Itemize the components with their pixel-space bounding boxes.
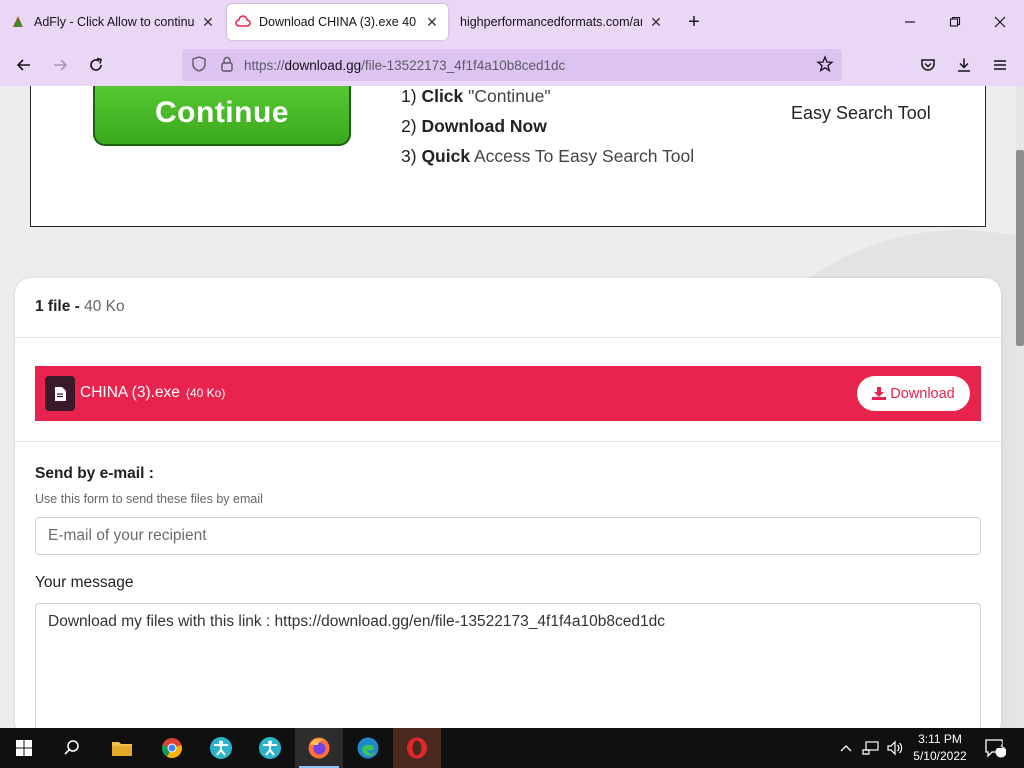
ad-step-bold: Click: [421, 86, 464, 106]
network-icon[interactable]: [860, 728, 882, 768]
opera-icon[interactable]: [393, 728, 441, 768]
pocket-icon[interactable]: [914, 51, 942, 79]
tab-strip: AdFly - Click Allow to continue ✕ Downlo…: [0, 0, 1024, 44]
menu-hamburger-icon[interactable]: [986, 51, 1014, 79]
close-icon[interactable]: ✕: [424, 14, 440, 30]
download-label: Download: [890, 385, 955, 402]
divider: [15, 441, 1001, 442]
cloud-icon: [235, 14, 251, 30]
ad-step-number: 3): [401, 146, 417, 166]
download-card: 1 file - 40 Ko CHINA (3).exe (40 Ko) Dow…: [15, 278, 1001, 728]
file-explorer-icon[interactable]: [98, 728, 146, 768]
url-host: download.gg: [284, 57, 362, 73]
clock-date: 5/10/2022: [913, 749, 967, 763]
tab-download[interactable]: Download CHINA (3).exe 40 Ko ✕: [227, 4, 448, 40]
accessibility-app-icon-2[interactable]: [246, 728, 294, 768]
ad-step-bold: Download Now: [421, 116, 547, 136]
divider: [15, 337, 1001, 338]
url-text[interactable]: https://download.gg/file-13522173_4f1f4a…: [244, 58, 565, 73]
ad-continue-button[interactable]: Continue: [93, 86, 351, 146]
ad-steps: 1) Click "Continue" 2) Download Now 3) Q…: [401, 86, 694, 171]
ad-banner[interactable]: Continue 1) Click "Continue" 2) Download…: [30, 86, 986, 227]
address-bar[interactable]: https://download.gg/file-13522173_4f1f4a…: [182, 49, 842, 81]
recipient-email-input[interactable]: [35, 517, 981, 555]
volume-icon[interactable]: [884, 728, 906, 768]
shield-icon[interactable]: [190, 55, 208, 76]
document-icon: [45, 376, 75, 411]
navigation-bar: https://download.gg/file-13522173_4f1f4a…: [0, 44, 1024, 86]
send-email-title: Send by e-mail :: [35, 465, 154, 482]
taskbar: 3:11 PM 5/10/2022 2: [0, 728, 1024, 768]
ad-continue-label: Continue: [155, 96, 289, 129]
file-row: CHINA (3).exe (40 Ko) Download: [35, 366, 981, 421]
tab-highperformance[interactable]: highperformancedformats.com/ans ✕: [452, 4, 672, 40]
close-icon[interactable]: ✕: [648, 14, 664, 30]
restore-icon[interactable]: [941, 8, 969, 36]
minimize-icon[interactable]: [896, 8, 924, 36]
message-textarea[interactable]: Download my files with this link : https…: [35, 603, 981, 728]
firefox-icon[interactable]: [295, 728, 343, 768]
file-summary: 1 file - 40 Ko: [35, 298, 125, 316]
file-name: CHINA (3).exe: [80, 384, 180, 401]
forward-arrow-icon[interactable]: [46, 51, 74, 79]
scrollbar-track[interactable]: [1016, 86, 1024, 728]
message-label: Your message: [35, 574, 134, 591]
window-close-icon[interactable]: [986, 8, 1014, 36]
back-arrow-icon[interactable]: [10, 51, 38, 79]
notification-count: 2: [997, 740, 1003, 751]
bookmark-star-icon[interactable]: [816, 55, 834, 76]
tab-label: Download CHINA (3).exe 40 Ko: [259, 15, 418, 29]
downloads-icon[interactable]: [950, 51, 978, 79]
ad-step-number: 2): [401, 116, 417, 136]
tab-label: AdFly - Click Allow to continue: [34, 15, 194, 29]
ad-step: 1) Click "Continue": [401, 86, 694, 111]
clock-time: 3:11 PM: [918, 732, 962, 746]
download-button[interactable]: Download: [857, 376, 970, 411]
file-count: 1 file -: [35, 298, 80, 315]
notifications-icon[interactable]: 2: [980, 728, 1010, 768]
adfly-favicon-icon: [10, 14, 26, 30]
file-size: (40 Ko): [186, 386, 226, 400]
ad-step-rest: "Continue": [463, 86, 551, 106]
ad-step-number: 1): [401, 86, 417, 106]
page-viewport: Continue 1) Click "Continue" 2) Download…: [0, 86, 1024, 728]
ad-step-rest: Access To Easy Search Tool: [470, 146, 695, 166]
start-icon[interactable]: [0, 728, 48, 768]
total-size: 40 Ko: [84, 298, 125, 315]
download-icon: [872, 387, 887, 400]
close-icon[interactable]: ✕: [200, 14, 216, 30]
scrollbar-thumb[interactable]: [1016, 150, 1024, 346]
new-tab-plus-icon[interactable]: +: [682, 10, 706, 34]
tab-adfly[interactable]: AdFly - Click Allow to continue ✕: [2, 4, 224, 40]
tab-label: highperformancedformats.com/ans: [460, 15, 642, 29]
search-icon[interactable]: [48, 728, 96, 768]
url-path: /file-13522173_4f1f4a10b8ced1dc: [361, 57, 566, 73]
lock-icon[interactable]: [218, 55, 236, 76]
ad-side-text: Easy Search Tool: [791, 103, 931, 123]
ad-step: 3) Quick Access To Easy Search Tool: [401, 141, 694, 171]
url-prefix: https://: [244, 57, 285, 73]
ad-step: 2) Download Now: [401, 111, 694, 141]
chrome-icon[interactable]: [148, 728, 196, 768]
accessibility-app-icon[interactable]: [197, 728, 245, 768]
edge-icon[interactable]: [344, 728, 392, 768]
chevron-up-icon[interactable]: [836, 728, 856, 768]
send-email-help: Use this form to send these files by ema…: [35, 492, 263, 506]
reload-icon[interactable]: [82, 51, 110, 79]
taskbar-clock[interactable]: 3:11 PM 5/10/2022: [908, 731, 972, 765]
ad-step-bold: Quick: [421, 146, 471, 166]
